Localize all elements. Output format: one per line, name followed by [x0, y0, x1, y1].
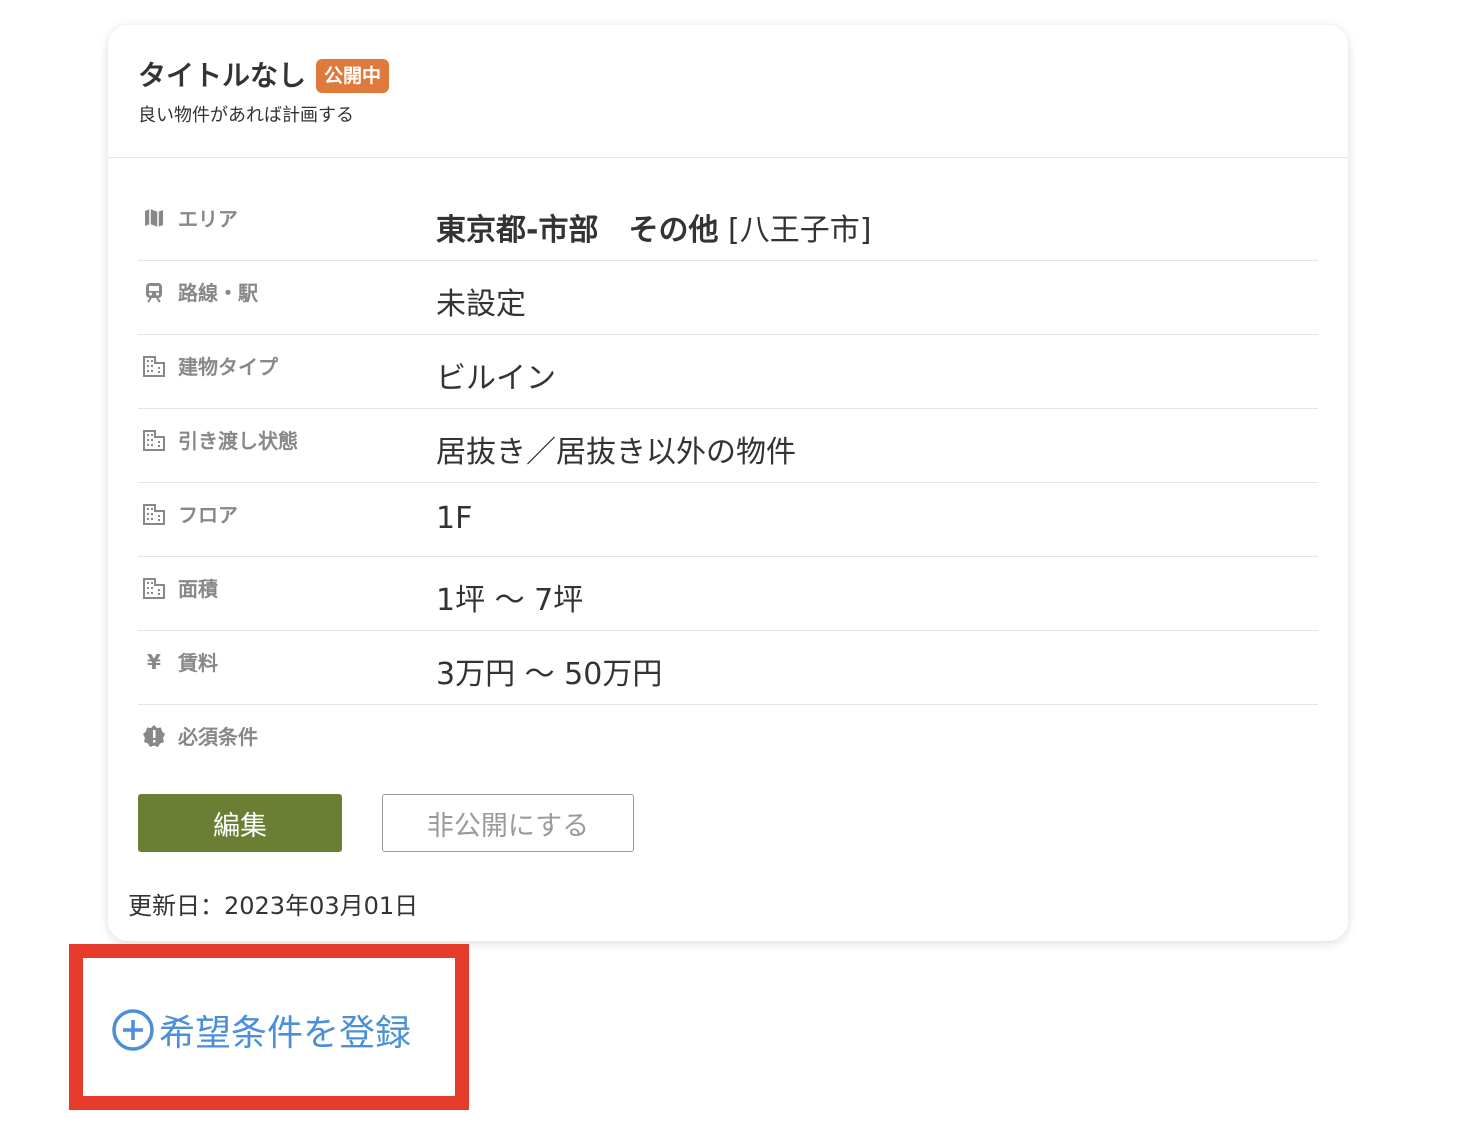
condition-row-area: エリア 東京都-市部 その他 [八王子市]	[138, 187, 1318, 261]
condition-row-size: 面積 1坪 ～ 7坪	[138, 557, 1318, 631]
row-label-text: 面積	[178, 577, 218, 601]
condition-card: タイトルなし 公開中 良い物件があれば計画する エリア 東京都-市部 その他 […	[108, 25, 1348, 941]
row-label-text: エリア	[178, 207, 238, 231]
title-row: タイトルなし 公開中	[138, 59, 390, 93]
card-title: タイトルなし	[138, 59, 307, 92]
edit-button[interactable]: 編集	[138, 794, 342, 852]
yen-icon: ¥	[147, 649, 161, 674]
row-label-text: 路線・駅	[178, 281, 258, 305]
condition-list: エリア 東京都-市部 その他 [八王子市] 路線・駅 未設定 建物タイプ ビルイ…	[138, 187, 1318, 778]
building-icon	[142, 428, 166, 452]
row-label-text: 賃料	[178, 651, 218, 675]
row-label: フロア	[142, 499, 238, 528]
plus-circle-icon	[111, 1008, 155, 1052]
row-label-text: フロア	[178, 503, 238, 527]
row-label: 建物タイプ	[142, 351, 278, 380]
card-header: タイトルなし 公開中 良い物件があれば計画する	[108, 25, 1348, 158]
row-value: 居抜き／居抜き以外の物件	[436, 435, 796, 470]
condition-row-required: 必須条件	[138, 705, 1318, 778]
row-label-text: 建物タイプ	[178, 355, 278, 379]
building-icon	[142, 502, 166, 526]
updated-date: 更新日：2023年03月01日	[128, 892, 419, 920]
make-private-button[interactable]: 非公開にする	[382, 794, 634, 852]
row-value: 1F	[436, 501, 473, 536]
register-condition-link[interactable]: 希望条件を登録	[111, 1004, 411, 1056]
page: タイトルなし 公開中 良い物件があれば計画する エリア 東京都-市部 その他 […	[0, 0, 1480, 1134]
condition-row-building-type: 建物タイプ ビルイン	[138, 335, 1318, 409]
row-label: 引き渡し状態	[142, 425, 298, 454]
row-label: エリア	[142, 203, 238, 232]
condition-row-floor: フロア 1F	[138, 483, 1318, 557]
row-label: 路線・駅	[142, 277, 258, 306]
condition-row-rent: ¥ 賃料 3万円 ～ 50万円	[138, 631, 1318, 705]
row-label: ¥ 賃料	[142, 647, 218, 676]
row-value: ビルイン	[436, 361, 556, 396]
register-condition-label: 希望条件を登録	[159, 1013, 412, 1054]
row-value: 東京都-市部 その他 [八王子市]	[436, 205, 871, 249]
row-label-text: 必須条件	[178, 725, 258, 749]
status-badge: 公開中	[316, 59, 390, 93]
condition-row-station: 路線・駅 未設定	[138, 261, 1318, 335]
row-label: 必須条件	[142, 721, 258, 750]
building-icon	[142, 576, 166, 600]
map-icon	[142, 206, 166, 230]
area-value-bold: 東京都-市部 その他	[436, 213, 719, 248]
card-actions: 編集 非公開にする	[138, 794, 634, 852]
card-subtitle: 良い物件があれば計画する	[138, 105, 354, 126]
row-value: 1坪 ～ 7坪	[436, 583, 584, 618]
area-value-rest: [八王子市]	[718, 213, 872, 248]
row-value: 未設定	[436, 287, 526, 322]
row-value: 3万円 ～ 50万円	[436, 657, 663, 692]
train-icon	[142, 280, 166, 304]
building-icon	[142, 354, 166, 378]
alert-badge-icon	[142, 724, 166, 748]
row-label: 面積	[142, 573, 218, 602]
condition-row-handover: 引き渡し状態 居抜き／居抜き以外の物件	[138, 409, 1318, 483]
row-label-text: 引き渡し状態	[178, 429, 298, 453]
